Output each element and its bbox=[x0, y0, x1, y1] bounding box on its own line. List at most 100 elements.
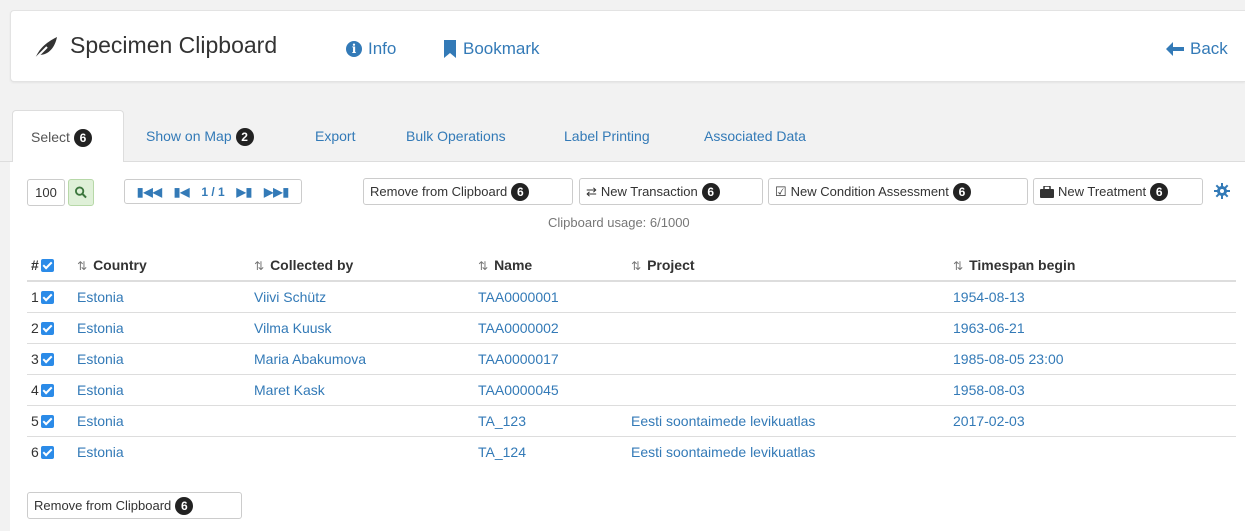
column-header-name[interactable]: ⇅ Name bbox=[474, 250, 627, 282]
timespan-link[interactable]: 1958-08-03 bbox=[949, 373, 1236, 405]
collector-link[interactable]: Maria Abakumova bbox=[250, 342, 474, 374]
info-circle-icon: i bbox=[346, 41, 362, 57]
project-link[interactable]: Eesti soontaimede levikuatlas bbox=[627, 404, 949, 436]
row-number: 6 bbox=[31, 443, 39, 460]
row-number-cell: 4 bbox=[27, 373, 73, 405]
timespan-link[interactable]: 1985-08-05 23:00 bbox=[949, 342, 1236, 374]
collector-link[interactable] bbox=[250, 404, 474, 436]
sort-icon: ⇅ bbox=[77, 259, 88, 273]
collector-link[interactable]: Viivi Schütz bbox=[250, 280, 474, 312]
info-link[interactable]: i Info bbox=[346, 39, 396, 59]
specimen-name-link[interactable]: TAA0000001 bbox=[474, 280, 627, 312]
count-badge: 2 bbox=[235, 128, 254, 146]
column-header-project[interactable]: ⇅ Project bbox=[627, 250, 949, 282]
tab-label: Bulk Operations bbox=[406, 128, 506, 144]
bookmark-icon bbox=[444, 40, 456, 58]
first-page-icon[interactable]: ▮◀◀ bbox=[137, 185, 162, 199]
tab-label-printing[interactable]: Label Printing bbox=[564, 110, 650, 162]
page-title: Specimen Clipboard bbox=[70, 32, 278, 58]
tab-label: Export bbox=[315, 128, 356, 144]
new-treatment-button[interactable]: New Treatment 6 bbox=[1033, 178, 1203, 205]
page-size-value: 100 bbox=[35, 185, 57, 200]
timespan-link[interactable]: 1954-08-13 bbox=[949, 280, 1236, 312]
pagination: ▮◀◀ ▮◀ 1 / 1 ▶▮ ▶▶▮ bbox=[124, 179, 302, 204]
country-link[interactable]: Estonia bbox=[73, 435, 250, 467]
last-page-icon[interactable]: ▶▶▮ bbox=[264, 185, 289, 199]
header-label: Project bbox=[647, 257, 695, 273]
back-label: Back bbox=[1190, 39, 1228, 58]
column-header-timespan-begin[interactable]: ⇅ Timespan begin bbox=[949, 250, 1236, 282]
tab-select[interactable]: Select 6 bbox=[12, 110, 124, 163]
tab-bulk-operations[interactable]: Bulk Operations bbox=[406, 110, 506, 162]
row-number-cell: 6 bbox=[27, 435, 73, 467]
header-label: Timespan begin bbox=[969, 257, 1076, 273]
country-link[interactable]: Estonia bbox=[73, 311, 250, 343]
column-header-collected-by[interactable]: ⇅ Collected by bbox=[250, 250, 474, 282]
button-label: Remove from Clipboard bbox=[34, 498, 172, 513]
sort-icon: ⇅ bbox=[953, 259, 964, 273]
page-size-select[interactable]: 100 bbox=[27, 179, 65, 206]
country-link[interactable]: Estonia bbox=[73, 373, 250, 405]
tab-label: Label Printing bbox=[564, 128, 650, 144]
back-link[interactable]: Back bbox=[1166, 39, 1228, 59]
project-link[interactable]: Eesti soontaimede levikuatlas bbox=[627, 435, 949, 467]
column-header-number[interactable]: # bbox=[27, 250, 73, 282]
collector-link[interactable]: Maret Kask bbox=[250, 373, 474, 405]
search-icon bbox=[75, 186, 87, 199]
timespan-link[interactable]: 2017-02-03 bbox=[949, 404, 1236, 436]
select-all-checkbox[interactable] bbox=[40, 259, 54, 272]
count-badge: 6 bbox=[511, 182, 530, 201]
specimen-name-link[interactable]: TAA0000002 bbox=[474, 311, 627, 343]
bookmark-link[interactable]: Bookmark bbox=[443, 39, 540, 59]
collector-link[interactable]: Vilma Kuusk bbox=[250, 311, 474, 343]
page-header: Specimen Clipboard i Info Bookmark Back bbox=[10, 10, 1245, 82]
table-row: 4 Estonia Maret Kask TAA0000045 1958-08-… bbox=[27, 373, 1236, 405]
collector-link[interactable] bbox=[250, 435, 474, 467]
timespan-link[interactable]: 1963-06-21 bbox=[949, 311, 1236, 343]
country-link[interactable]: Estonia bbox=[73, 280, 250, 312]
project-link[interactable] bbox=[627, 311, 949, 343]
tab-show-on-map[interactable]: Show on Map 2 bbox=[146, 110, 254, 162]
project-link[interactable] bbox=[627, 373, 949, 405]
next-page-icon[interactable]: ▶▮ bbox=[236, 185, 252, 199]
footer-remove-from-clipboard-button[interactable]: Remove from Clipboard 6 bbox=[27, 492, 242, 519]
row-checkbox[interactable] bbox=[40, 383, 54, 397]
country-link[interactable]: Estonia bbox=[73, 404, 250, 436]
project-link[interactable] bbox=[627, 342, 949, 374]
specimen-name-link[interactable]: TA_124 bbox=[474, 435, 627, 467]
info-label: Info bbox=[368, 39, 397, 58]
row-checkbox[interactable] bbox=[40, 352, 54, 366]
project-link[interactable] bbox=[627, 280, 949, 312]
bookmark-label: Bookmark bbox=[463, 39, 540, 58]
row-checkbox[interactable] bbox=[40, 321, 54, 335]
timespan-link[interactable] bbox=[949, 435, 1236, 467]
count-badge: 6 bbox=[952, 182, 971, 201]
new-condition-assessment-button[interactable]: ☑ New Condition Assessment 6 bbox=[768, 178, 1028, 205]
row-checkbox[interactable] bbox=[40, 445, 54, 459]
tab-associated-data[interactable]: Associated Data bbox=[704, 110, 806, 162]
tab-label: Associated Data bbox=[704, 128, 806, 144]
specimen-name-link[interactable]: TA_123 bbox=[474, 404, 627, 436]
specimen-name-link[interactable]: TAA0000017 bbox=[474, 342, 627, 374]
row-number: 2 bbox=[31, 319, 39, 336]
table-header-row: # ⇅ Country ⇅ Collected by ⇅ Name ⇅ Project … bbox=[27, 250, 1236, 282]
gear-icon[interactable] bbox=[1214, 183, 1230, 199]
button-label: New Transaction bbox=[600, 184, 698, 199]
search-button[interactable] bbox=[68, 179, 94, 206]
row-checkbox[interactable] bbox=[40, 414, 54, 428]
button-label: New Condition Assessment bbox=[790, 184, 949, 199]
new-transaction-button[interactable]: ⇄ New Transaction 6 bbox=[579, 178, 763, 205]
table-row: 3 Estonia Maria Abakumova TAA0000017 198… bbox=[27, 342, 1236, 374]
row-number-cell: 1 bbox=[27, 280, 73, 312]
row-checkbox[interactable] bbox=[40, 290, 54, 304]
prev-page-icon[interactable]: ▮◀ bbox=[174, 185, 190, 199]
country-link[interactable]: Estonia bbox=[73, 342, 250, 374]
column-header-country[interactable]: ⇅ Country bbox=[73, 250, 250, 282]
specimen-name-link[interactable]: TAA0000045 bbox=[474, 373, 627, 405]
page-indicator: 1 / 1 bbox=[201, 184, 225, 199]
tab-export[interactable]: Export bbox=[315, 110, 355, 162]
button-label: New Treatment bbox=[1058, 184, 1147, 199]
clipboard-usage: Clipboard usage: 6/1000 bbox=[548, 215, 690, 230]
briefcase-icon bbox=[1040, 185, 1054, 198]
remove-from-clipboard-button[interactable]: Remove from Clipboard 6 bbox=[363, 178, 573, 205]
